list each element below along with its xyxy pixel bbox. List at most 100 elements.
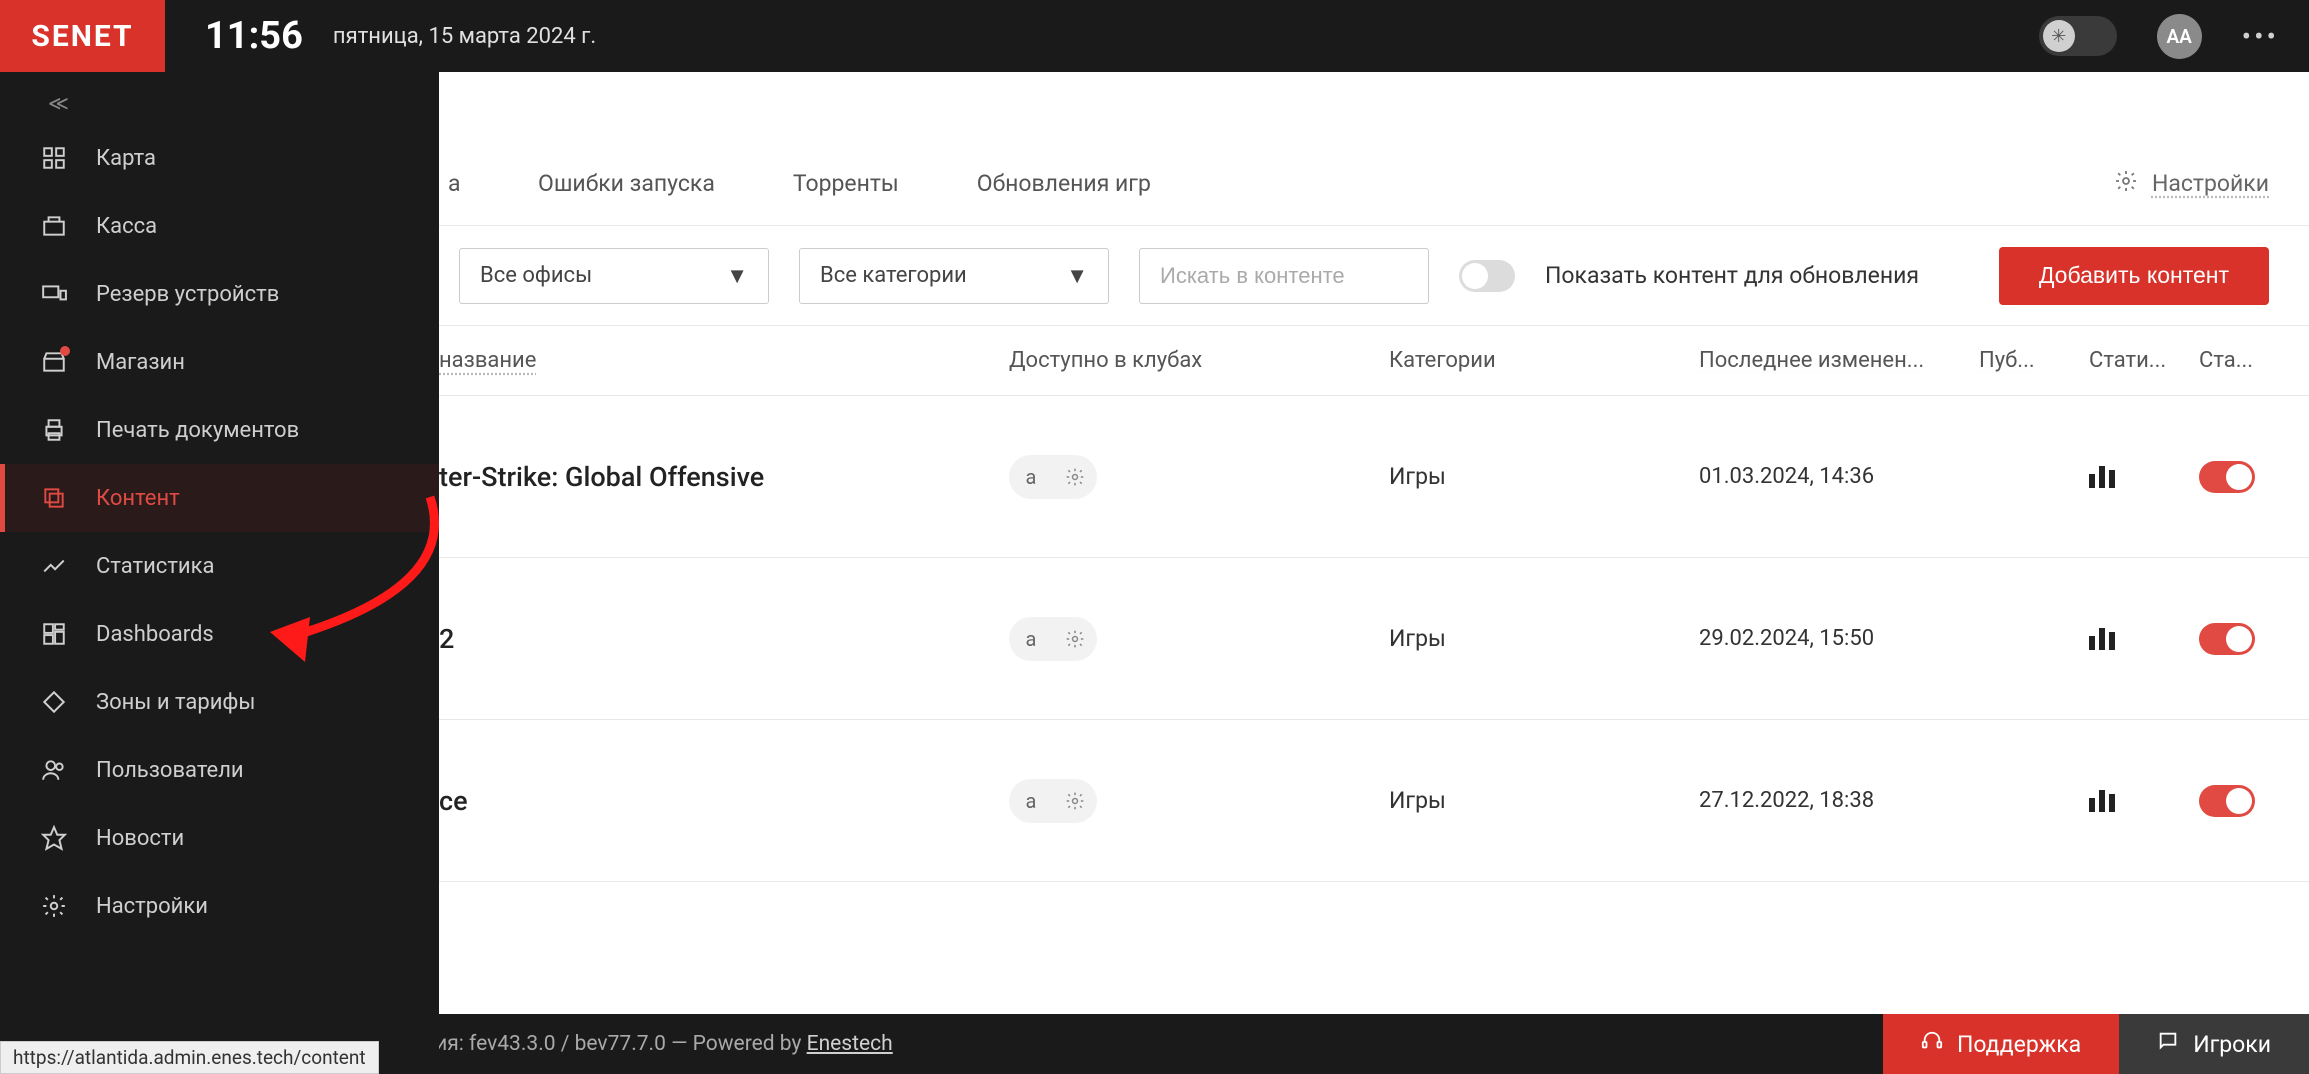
row-state — [2199, 623, 2279, 655]
categories-select[interactable]: Все категории ▼ — [799, 248, 1109, 304]
sidebar-item-stats[interactable]: Статистика — [0, 532, 439, 600]
url-hint: https://atlantida.admin.enes.tech/conten… — [0, 1041, 379, 1074]
gear-icon — [40, 892, 68, 920]
support-label: Поддержка — [1957, 1031, 2081, 1058]
topbar: SENET 11:56 пятница, 15 марта 2024 г. ✳ … — [0, 0, 2309, 72]
sidebar-item-cashier[interactable]: Касса — [0, 192, 439, 260]
sidebar-label: Магазин — [96, 350, 185, 375]
sidebar-label: Настройки — [96, 894, 208, 919]
grid-icon — [40, 144, 68, 172]
row-name: 2 — [439, 623, 1009, 655]
gear-icon — [2114, 169, 2138, 199]
players-label: Игроки — [2193, 1031, 2271, 1058]
table-row[interactable]: ce a Игры 27.12.2022, 18:38 — [439, 720, 2309, 882]
headset-icon — [1921, 1030, 1943, 1058]
offices-select-value: Все офисы — [480, 263, 592, 288]
theme-toggle[interactable]: ✳ — [2039, 16, 2117, 56]
club-gear-icon[interactable] — [1053, 617, 1097, 661]
col-stati: Стати... — [2089, 348, 2199, 373]
devices-icon — [40, 280, 68, 308]
sidebar-item-dashboards[interactable]: Dashboards — [0, 600, 439, 668]
shop-icon — [40, 348, 68, 376]
row-updated: 01.03.2024, 14:36 — [1699, 464, 1979, 489]
col-clubs: Доступно в клубах — [1009, 348, 1389, 373]
printer-icon — [40, 416, 68, 444]
club-chip[interactable]: a — [1009, 779, 1053, 823]
search-input[interactable] — [1139, 248, 1429, 304]
enable-toggle[interactable] — [2199, 623, 2255, 655]
sidebar-label: Контент — [96, 486, 180, 511]
row-stats[interactable] — [2089, 466, 2199, 488]
row-stats[interactable] — [2089, 628, 2199, 650]
activity-icon — [40, 552, 68, 580]
sidebar-label: Зоны и тарифы — [96, 690, 255, 715]
star-icon — [40, 824, 68, 852]
row-stats[interactable] — [2089, 790, 2199, 812]
col-pub[interactable]: Пуб... — [1979, 348, 2089, 373]
col-category: Категории — [1389, 348, 1699, 373]
enable-toggle[interactable] — [2199, 785, 2255, 817]
sidebar-item-map[interactable]: Карта — [0, 124, 439, 192]
sidebar-item-print[interactable]: Печать документов — [0, 396, 439, 464]
chat-icon — [2157, 1030, 2179, 1058]
tab-torrents[interactable]: Торренты — [789, 162, 903, 205]
bars-icon — [2089, 466, 2115, 488]
show-updates-label: Показать контент для обновления — [1545, 262, 1919, 289]
clock-date: пятница, 15 марта 2024 г. — [333, 24, 596, 49]
settings-label: Настройки — [2152, 170, 2269, 197]
players-button[interactable]: Игроки — [2119, 1014, 2309, 1074]
caret-down-icon: ▼ — [1066, 263, 1088, 289]
sidebar-collapse[interactable]: ≪ — [0, 82, 439, 124]
settings-link[interactable]: Настройки — [2114, 169, 2269, 199]
bars-icon — [2089, 790, 2115, 812]
users-icon — [40, 756, 68, 784]
footer-powered-link[interactable]: Enestech — [807, 1032, 893, 1056]
table-row[interactable]: ter-Strike: Global Offensive a Игры 01.0… — [439, 396, 2309, 558]
avatar[interactable]: AA — [2157, 14, 2202, 59]
club-gear-icon[interactable] — [1053, 455, 1097, 499]
row-state — [2199, 461, 2279, 493]
col-sta: Ста... — [2199, 348, 2279, 373]
sidebar: ≪ Карта Касса Резерв устройств Магазин П… — [0, 72, 439, 1074]
enable-toggle[interactable] — [2199, 461, 2255, 493]
row-name: ce — [439, 785, 1009, 817]
sidebar-item-zones[interactable]: Зоны и тарифы — [0, 668, 439, 736]
offices-select[interactable]: Все офисы ▼ — [459, 248, 769, 304]
clock-time: 11:56 — [205, 14, 303, 58]
logo[interactable]: SENET — [0, 0, 165, 72]
row-updated: 27.12.2022, 18:38 — [1699, 788, 1979, 813]
club-chip[interactable]: a — [1009, 617, 1053, 661]
sidebar-item-reserve[interactable]: Резерв устройств — [0, 260, 439, 328]
sidebar-item-news[interactable]: Новости — [0, 804, 439, 872]
bars-icon — [2089, 628, 2115, 650]
table-row[interactable]: 2 a Игры 29.02.2024, 15:50 — [439, 558, 2309, 720]
sidebar-label: Dashboards — [96, 622, 214, 647]
club-chip[interactable]: a — [1009, 455, 1053, 499]
row-category: Игры — [1389, 463, 1699, 490]
sidebar-item-users[interactable]: Пользователи — [0, 736, 439, 804]
more-icon[interactable]: ••• — [2242, 20, 2279, 53]
col-updated[interactable]: Последнее изменен... — [1699, 348, 1979, 373]
row-clubs: a — [1009, 779, 1389, 823]
col-name[interactable]: название — [439, 348, 1009, 373]
show-updates-toggle[interactable] — [1459, 260, 1515, 292]
sidebar-item-content[interactable]: Контент — [0, 464, 439, 532]
sidebar-item-shop[interactable]: Магазин — [0, 328, 439, 396]
sidebar-label: Пользователи — [96, 758, 244, 783]
row-clubs: a — [1009, 617, 1389, 661]
club-gear-icon[interactable] — [1053, 779, 1097, 823]
sidebar-label: Касса — [96, 214, 157, 239]
row-name: ter-Strike: Global Offensive — [439, 461, 1009, 493]
sidebar-label: Резерв устройств — [96, 282, 279, 307]
support-button[interactable]: Поддержка — [1883, 1014, 2119, 1074]
row-category: Игры — [1389, 625, 1699, 652]
sidebar-item-settings[interactable]: Настройки — [0, 872, 439, 940]
tab-errors[interactable]: Ошибки запуска — [534, 162, 719, 205]
sidebar-label: Новости — [96, 826, 184, 851]
tag-icon — [40, 688, 68, 716]
tab-hidden-partial[interactable]: а — [444, 162, 464, 205]
add-content-button[interactable]: Добавить контент — [1999, 247, 2269, 305]
tab-updates[interactable]: Обновления игр — [973, 162, 1155, 205]
footer-version: Версия: fev43.3.0 / bev77.7.0 — Powered … — [388, 1032, 801, 1056]
sidebar-label: Карта — [96, 146, 156, 171]
